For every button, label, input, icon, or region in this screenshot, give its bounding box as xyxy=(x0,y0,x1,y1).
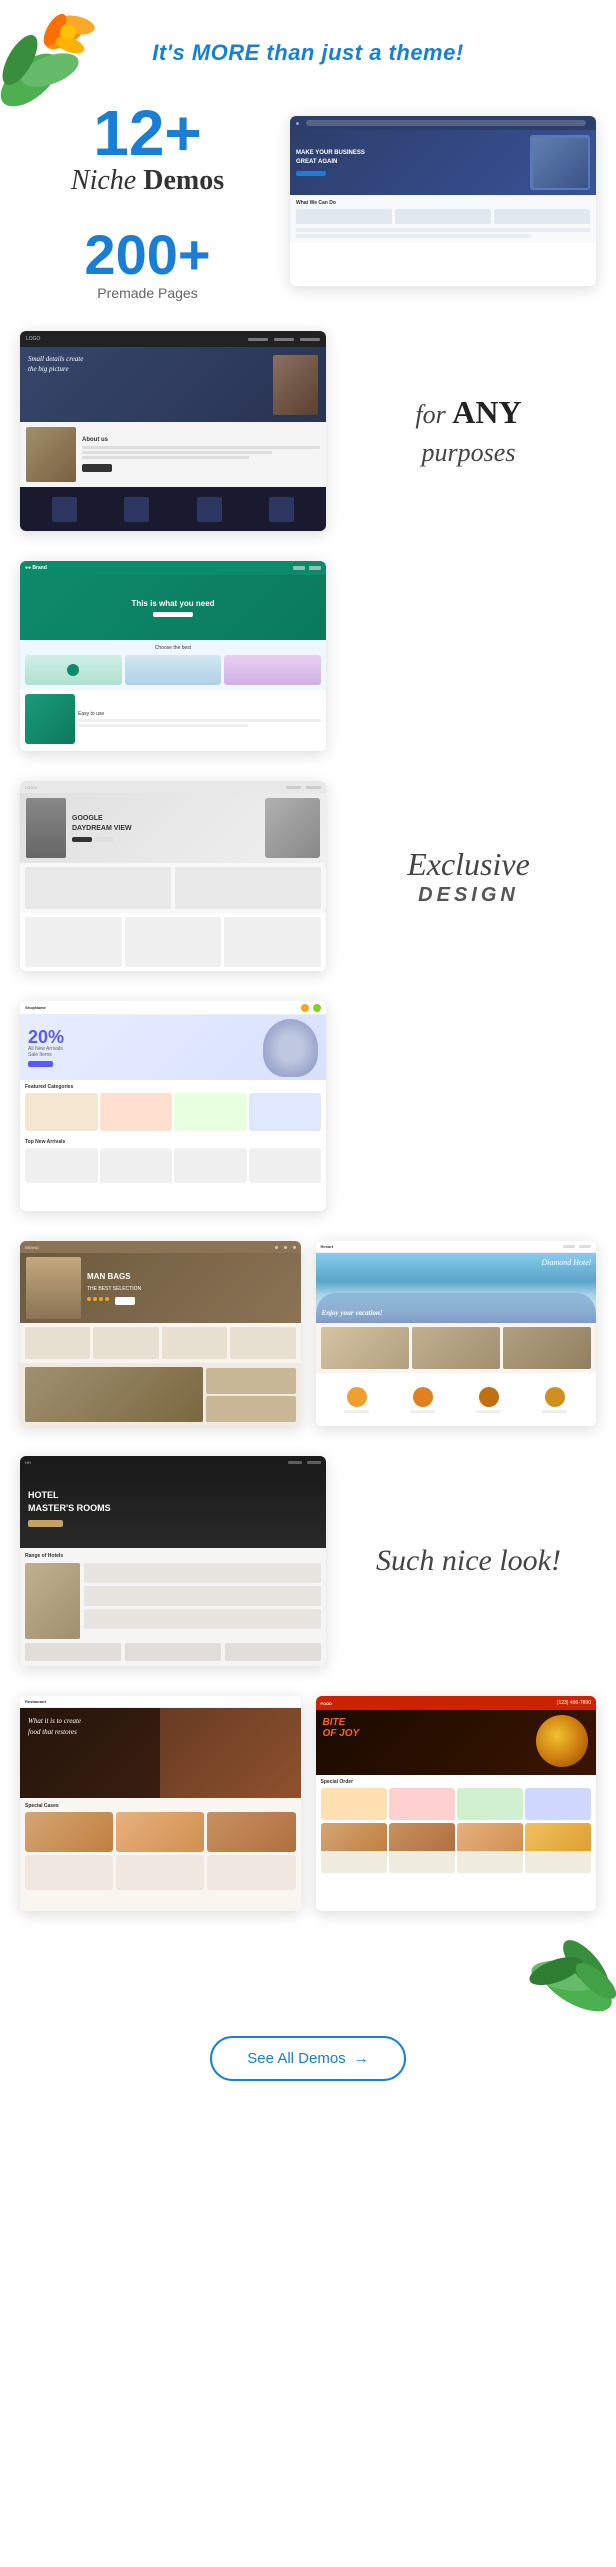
app-demo-preview: ●● Brand This is what you need Choose th… xyxy=(20,561,326,751)
page-wrapper: It's MORE than just a theme! 12+ Niche D… xyxy=(0,0,616,2131)
shop-demo-preview: ShopName 20% All New ArrivalsSale Items xyxy=(20,1001,326,1211)
vacation-demo-preview: Resort Enjoy your vacation! Diamond Hote… xyxy=(316,1241,597,1426)
business-demo-preview: MAKE YOUR BUSINESSGREAT AGAIN What We Ca… xyxy=(290,116,596,286)
bags-vacation-row: BRAND MAN BAGSTHE BEST SELECTION xyxy=(0,1226,616,1441)
bags-demo-preview: BRAND MAN BAGSTHE BEST SELECTION xyxy=(20,1241,301,1426)
see-all-demos-button[interactable]: See All Demos → xyxy=(210,2036,405,2081)
header-section: It's MORE than just a theme! xyxy=(0,0,616,86)
stats-block: 12+ Niche Demos 200+ Premade Pages xyxy=(20,101,275,301)
hotel-rooms-such-row: HH HOTELMASTER'S ROOMS Range of Hotels xyxy=(0,1441,616,1681)
exclusive-label: Exclusive Design xyxy=(341,845,596,907)
such-nice-look-label: Such nice look! xyxy=(341,1544,596,1578)
cta-arrow-icon: → xyxy=(354,2050,369,2067)
stats-demo-row: 12+ Niche Demos 200+ Premade Pages MAKE … xyxy=(0,86,616,316)
gadget-exclusive-row: LOGO GOOGLEDAYDREAM VIEW xyxy=(0,766,616,986)
shop-row: ShopName 20% All New ArrivalsSale Items xyxy=(0,986,616,1226)
gadget-demo-preview: LOGO GOOGLEDAYDREAM VIEW xyxy=(20,781,326,971)
pages-label: Premade Pages xyxy=(20,285,275,301)
food-delivery-demo-preview: FOOD (123) 456-7890 BITEOF JOY Special O… xyxy=(316,1696,597,1911)
restaurant-food-row: Restaurant What it is to createfood that… xyxy=(0,1681,616,1926)
page-title: It's MORE than just a theme! xyxy=(20,40,596,66)
app-demo-row: ●● Brand This is what you need Choose th… xyxy=(0,546,616,766)
plant-decoration-bottomright xyxy=(496,1896,616,2026)
niche-label: Niche Demos xyxy=(20,165,275,197)
plant-bottomright-container xyxy=(0,1926,616,2006)
pages-count: 200+ xyxy=(20,227,275,283)
hotel-rooms-demo-preview: HH HOTELMASTER'S ROOMS Range of Hotels xyxy=(20,1456,326,1666)
cta-button-label: See All Demos xyxy=(247,2050,345,2067)
for-any-label: for ANY purposes xyxy=(341,390,596,471)
restaurant-demo-preview: Restaurant What it is to createfood that… xyxy=(20,1696,301,1911)
photo-any-row: LOGO Small details createthe big picture xyxy=(0,316,616,546)
photography-demo-preview: LOGO Small details createthe big picture xyxy=(20,331,326,531)
